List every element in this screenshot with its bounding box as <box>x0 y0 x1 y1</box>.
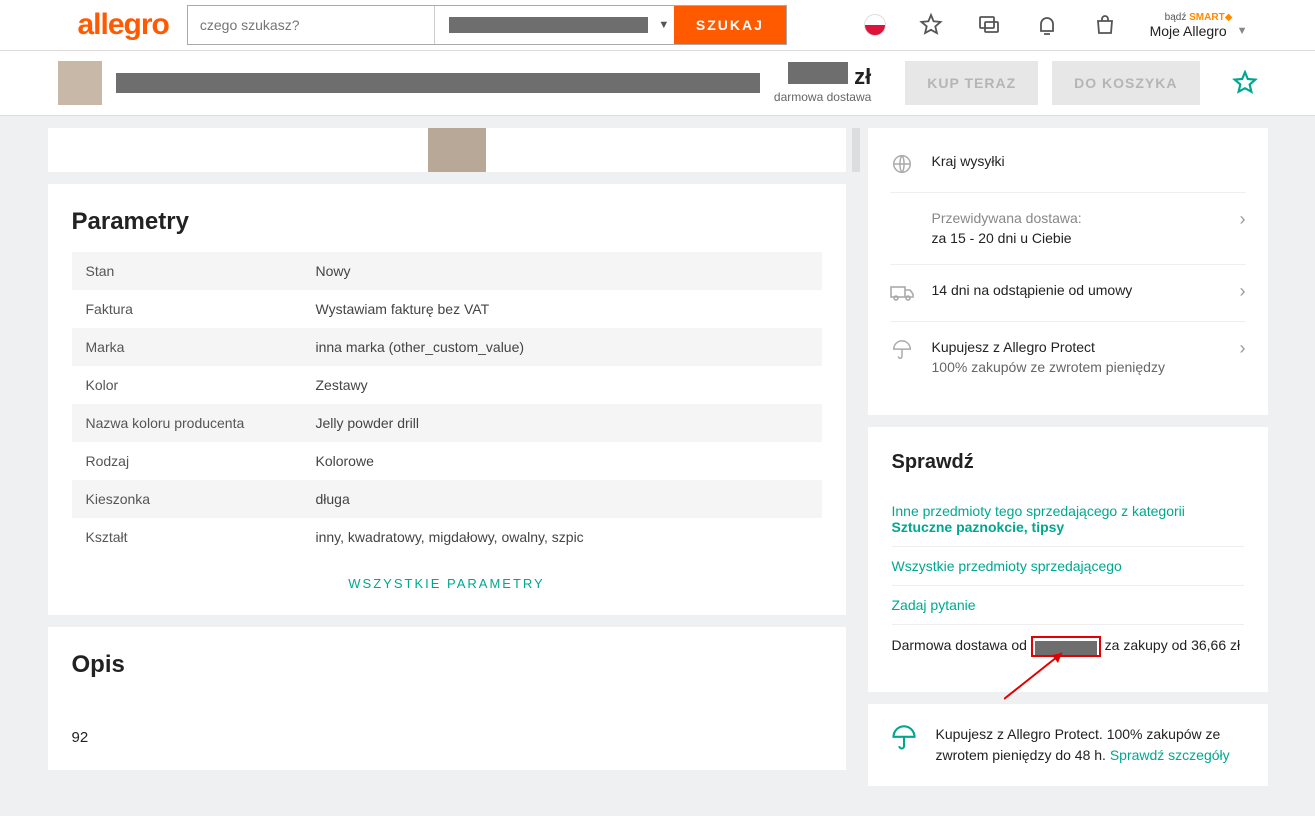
favorite-star-icon[interactable] <box>1232 70 1258 96</box>
parameter-row: KolorZestawy <box>72 366 822 404</box>
parameter-key: Faktura <box>72 290 302 328</box>
chevron-right-icon: › <box>1240 209 1246 230</box>
scrollbar[interactable] <box>852 128 860 172</box>
search-category-dropdown[interactable]: ▼ <box>434 6 674 44</box>
check-title: Sprawdź <box>892 451 1244 474</box>
price-block: zł darmowa dostawa <box>774 62 871 104</box>
protect-label: Kupujesz z Allegro Protect <box>932 338 1222 358</box>
delivery-value: za 15 - 20 dni u Ciebie <box>932 229 1222 249</box>
buy-now-button[interactable]: KUP TERAZ <box>905 61 1038 105</box>
redacted-bar <box>449 17 648 33</box>
check-section: Sprawdź Inne przedmioty tego sprzedające… <box>868 427 1268 691</box>
parameter-value: Wystawiam fakturę bez VAT <box>302 290 822 328</box>
parameter-row: Nazwa koloru producentaJelly powder dril… <box>72 404 822 442</box>
chevron-down-icon: ▼ <box>654 19 674 31</box>
delivery-label: Przewidywana dostawa: <box>932 209 1222 229</box>
annotation-arrow <box>1004 649 1074 701</box>
parameter-row: Markainna marka (other_custom_value) <box>72 328 822 366</box>
parameter-key: Nazwa koloru producenta <box>72 404 302 442</box>
umbrella-icon <box>890 724 918 752</box>
protect-details-link[interactable]: Sprawdź szczegóły <box>1110 747 1230 763</box>
description-title: Opis <box>72 651 822 679</box>
globe-icon <box>890 152 914 176</box>
parameter-key: Kieszonka <box>72 480 302 518</box>
delivery-time-row[interactable]: Przewidywana dostawa: za 15 - 20 dni u C… <box>890 193 1246 265</box>
account-label: Moje Allegro <box>1150 23 1227 39</box>
parameter-value: Nowy <box>302 252 822 290</box>
all-parameters-link[interactable]: WSZYSTKIE PARAMETRY <box>72 556 822 591</box>
protect-sub: 100% zakupów ze zwrotem pieniędzy <box>932 358 1222 378</box>
image-preview-bar <box>48 128 846 172</box>
parameter-key: Stan <box>72 252 302 290</box>
country-flag-icon[interactable] <box>864 14 886 36</box>
parameter-value[interactable]: inna marka (other_custom_value) <box>302 328 822 366</box>
shipping-country-row[interactable]: Kraj wysyłki <box>890 136 1246 193</box>
return-policy-label: 14 dni na odstąpienie od umowy <box>932 281 1222 301</box>
chevron-right-icon: › <box>1240 338 1246 359</box>
return-policy-row[interactable]: 14 dni na odstąpienie od umowy › <box>890 265 1246 322</box>
parameter-key: Rodzaj <box>72 442 302 480</box>
parameter-row: StanNowy <box>72 252 822 290</box>
all-seller-items-link[interactable]: Wszystkie przedmioty sprzedającego <box>892 547 1244 586</box>
parameter-key: Kształt <box>72 518 302 556</box>
ask-question-link[interactable]: Zadaj pytanie <box>892 586 1244 625</box>
chevron-down-icon: ▼ <box>1237 25 1248 37</box>
parameter-row: Kształtinny, kwadratowy, migdałowy, owal… <box>72 518 822 556</box>
search-button[interactable]: SZUKAJ <box>674 6 786 44</box>
parameter-value: Zestawy <box>302 366 822 404</box>
parameter-value[interactable]: Kolorowe <box>302 442 822 480</box>
star-icon[interactable] <box>918 12 944 38</box>
currency: zł <box>854 64 871 90</box>
parameter-key: Marka <box>72 328 302 366</box>
other-items-link[interactable]: Inne przedmioty tego sprzedającego z kat… <box>892 492 1244 547</box>
search-bar: ▼ SZUKAJ <box>187 5 787 45</box>
parameter-value: inny, kwadratowy, migdałowy, owalny, szp… <box>302 518 822 556</box>
parameter-row: FakturaWystawiam fakturę bez VAT <box>72 290 822 328</box>
umbrella-icon <box>890 338 914 362</box>
free-shipping-info: Darmowa dostawa od za zakupy od 36,66 zł <box>892 625 1244 667</box>
smart-badge: bądź SMART◆ <box>1165 12 1233 23</box>
shipping-info-card: Kraj wysyłki Przewidywana dostawa: za 15… <box>868 128 1268 415</box>
shipping-country-label: Kraj wysyłki <box>932 152 1246 172</box>
allegro-protect-row[interactable]: Kupujesz z Allegro Protect 100% zakupów … <box>890 322 1246 393</box>
image-thumbnail[interactable] <box>428 128 486 172</box>
description-body: 92 <box>72 729 822 746</box>
parameters-title: Parametry <box>72 208 822 236</box>
redacted-highlight <box>1031 636 1101 656</box>
parameter-value: długa <box>302 480 822 518</box>
parameter-row: RodzajKolorowe <box>72 442 822 480</box>
bell-icon[interactable] <box>1034 12 1060 38</box>
product-thumbnail <box>58 61 102 105</box>
account-menu[interactable]: bądź SMART◆ Moje Allegro ▼ <box>1150 12 1248 39</box>
chat-icon[interactable] <box>976 12 1002 38</box>
add-to-cart-button[interactable]: DO KOSZYKA <box>1052 61 1199 105</box>
truck-icon <box>890 281 914 305</box>
parameter-value: Jelly powder drill <box>302 404 822 442</box>
price-redacted <box>788 62 848 84</box>
parameters-table: StanNowyFakturaWystawiam fakturę bez VAT… <box>72 252 822 556</box>
product-title-redacted <box>116 73 760 93</box>
search-input[interactable] <box>188 6 434 44</box>
description-section: Opis 92 <box>48 627 846 770</box>
logo[interactable]: allegro <box>18 8 169 42</box>
bag-icon[interactable] <box>1092 12 1118 38</box>
chevron-right-icon: › <box>1240 281 1246 302</box>
parameter-row: Kieszonkadługa <box>72 480 822 518</box>
parameter-key: Kolor <box>72 366 302 404</box>
free-shipping-label: darmowa dostawa <box>774 90 871 104</box>
protect-box: Kupujesz z Allegro Protect. 100% zakupów… <box>868 704 1268 786</box>
parameters-section: Parametry StanNowyFakturaWystawiam faktu… <box>48 184 846 615</box>
